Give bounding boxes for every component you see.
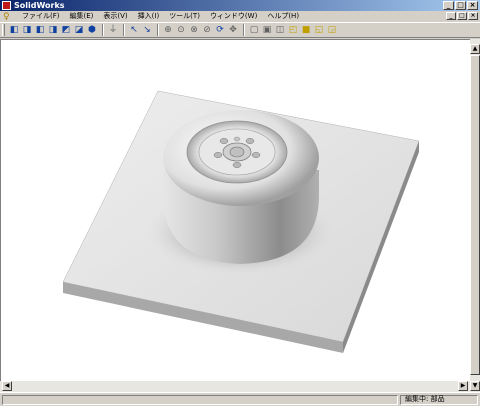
vertical-scrollbar[interactable]: ▲ ▼ [470, 39, 480, 392]
view-back-icon[interactable]: ◨ [21, 24, 33, 36]
section-view-icon[interactable]: ◲ [326, 24, 338, 36]
scroll-down-button[interactable]: ▼ [470, 381, 480, 391]
document-part-icon[interactable]: ♀ [3, 12, 13, 22]
minimize-button[interactable]: _ [443, 1, 454, 10]
toolbar-separator [243, 24, 245, 36]
zoom-to-selection-icon[interactable]: ⊘ [201, 24, 213, 36]
doc-close-button[interactable]: × [468, 12, 478, 20]
solidworks-logo-icon [2, 1, 11, 10]
menu-tools[interactable]: ツール(T) [164, 11, 205, 22]
menu-insert[interactable]: 挿入(I) [133, 11, 165, 22]
normal-to-icon[interactable]: ⏚ [107, 24, 119, 36]
maximize-button[interactable]: □ [455, 1, 466, 10]
zoom-to-fit-icon[interactable]: ⊕ [162, 24, 174, 36]
window-title: SolidWorks [14, 1, 65, 10]
scroll-up-button[interactable]: ▲ [470, 44, 480, 54]
doc-restore-button[interactable]: □ [457, 12, 467, 20]
select-edge-icon[interactable]: ↘ [141, 24, 153, 36]
toolbar-separator [102, 24, 104, 36]
zoom-in-out-icon[interactable]: ⊗ [188, 24, 200, 36]
shaded-with-edges-icon[interactable]: ◰ [287, 24, 299, 36]
view-top-icon[interactable]: ◩ [60, 24, 72, 36]
view-left-icon[interactable]: ◧ [34, 24, 46, 36]
view-toolbar: ◧ ◨ ◧ ◨ ◩ ◪ ⬢ ⏚ ↖ ↘ ⊕ ⊙ ⊗ ⊘ ⟳ ✥ ▢ ▣ ◫ ◰ … [0, 22, 480, 38]
horizontal-scrollbar[interactable]: ◀ ▶ [0, 381, 470, 392]
wireframe-icon[interactable]: ▢ [248, 24, 260, 36]
menu-view[interactable]: 表示(V) [98, 11, 132, 22]
perspective-icon[interactable]: ◱ [313, 24, 325, 36]
title-bar: SolidWorks _ □ × [0, 0, 480, 11]
status-text: 編集中: 部品 [405, 395, 445, 403]
pan-icon[interactable]: ✥ [227, 24, 239, 36]
scroll-right-button[interactable]: ▶ [458, 381, 468, 391]
view-right-icon[interactable]: ◨ [47, 24, 59, 36]
status-pane-main [2, 395, 398, 405]
zoom-to-area-icon[interactable]: ⊙ [175, 24, 187, 36]
vertical-scroll-thumb[interactable] [470, 55, 480, 375]
toolbar-separator [157, 24, 159, 36]
hidden-lines-visible-icon[interactable]: ▣ [261, 24, 273, 36]
toolbar-grip[interactable] [2, 24, 5, 36]
status-bar: 編集中: 部品 [0, 392, 480, 406]
shaded-icon[interactable]: ■ [300, 24, 312, 36]
close-button[interactable]: × [467, 1, 478, 10]
graphics-area[interactable] [0, 39, 470, 392]
menu-file[interactable]: ファイル(F) [17, 11, 65, 22]
scroll-left-button[interactable]: ◀ [2, 381, 12, 391]
select-icon[interactable]: ↖ [128, 24, 140, 36]
toolbar-separator [123, 24, 125, 36]
rotate-view-icon[interactable]: ⟳ [214, 24, 226, 36]
hidden-lines-removed-icon[interactable]: ◫ [274, 24, 286, 36]
view-bottom-icon[interactable]: ◪ [73, 24, 85, 36]
menu-help[interactable]: ヘルプ(H) [262, 11, 304, 22]
menu-bar: ♀ ファイル(F) 編集(E) 表示(V) 挿入(I) ツール(T) ウィンドウ… [0, 11, 480, 22]
menu-window[interactable]: ウィンドウ(W) [205, 11, 262, 22]
view-front-icon[interactable]: ◧ [8, 24, 20, 36]
part-model[interactable] [1, 40, 470, 392]
menu-edit[interactable]: 編集(E) [65, 11, 99, 22]
view-isometric-icon[interactable]: ⬢ [86, 24, 98, 36]
doc-minimize-button[interactable]: _ [446, 12, 456, 20]
